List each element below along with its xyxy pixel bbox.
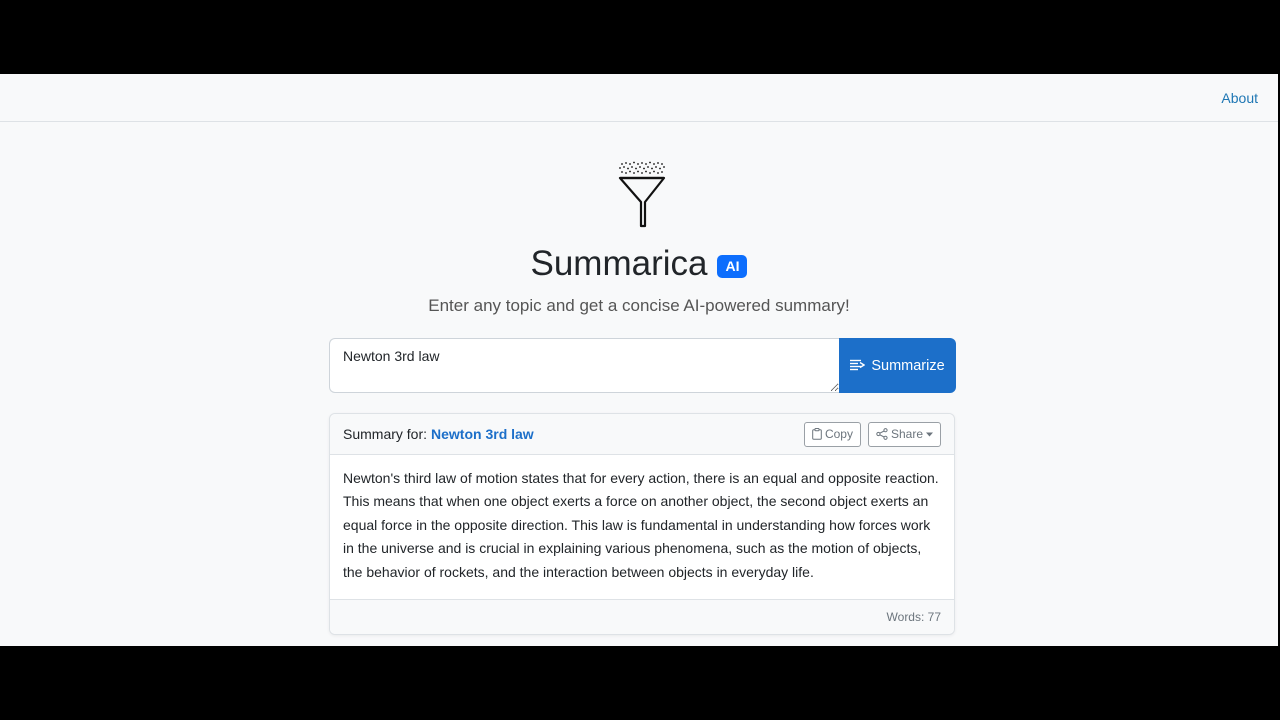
share-button-label: Share [890,427,923,441]
summary-topic: Newton 3rd law [431,426,534,442]
app-subtitle: Enter any topic and get a concise AI-pow… [428,296,850,315]
copy-button[interactable]: Copy [803,421,861,447]
share-icon [876,428,888,440]
funnel-filter-icon [618,161,666,228]
app-title-text: Summarica [530,244,708,283]
caret-down-icon [926,432,933,436]
app-viewport: About Summarica AI Enter any topic and g… [0,74,1278,646]
word-count: Words: 77 [886,610,941,624]
summary-card-header: Summary for: Newton 3rd law Copy Share [330,414,954,455]
share-button[interactable]: Share [867,421,941,447]
summary-actions: Copy Share [803,421,941,447]
top-navbar: About [0,74,1278,122]
app-title: Summarica AI [0,244,1278,284]
summarize-button[interactable]: Summarize [839,338,956,393]
summary-text: Newton's third law of motion states that… [343,470,939,580]
summarize-button-label: Summarize [871,357,945,374]
summary-card: Summary for: Newton 3rd law Copy Share N… [329,413,955,635]
summary-card-footer: Words: 77 [330,599,954,634]
ai-badge: AI [717,254,748,278]
nav-about-link[interactable]: About [1221,90,1258,106]
topic-input[interactable]: Newton 3rd law [329,338,839,393]
summarize-lines-icon [850,359,866,371]
topic-input-group: Newton 3rd law Summarize [329,338,956,393]
clipboard-icon [812,428,822,440]
copy-button-label: Copy [824,427,853,441]
summary-for-label: Summary for: [343,426,428,442]
